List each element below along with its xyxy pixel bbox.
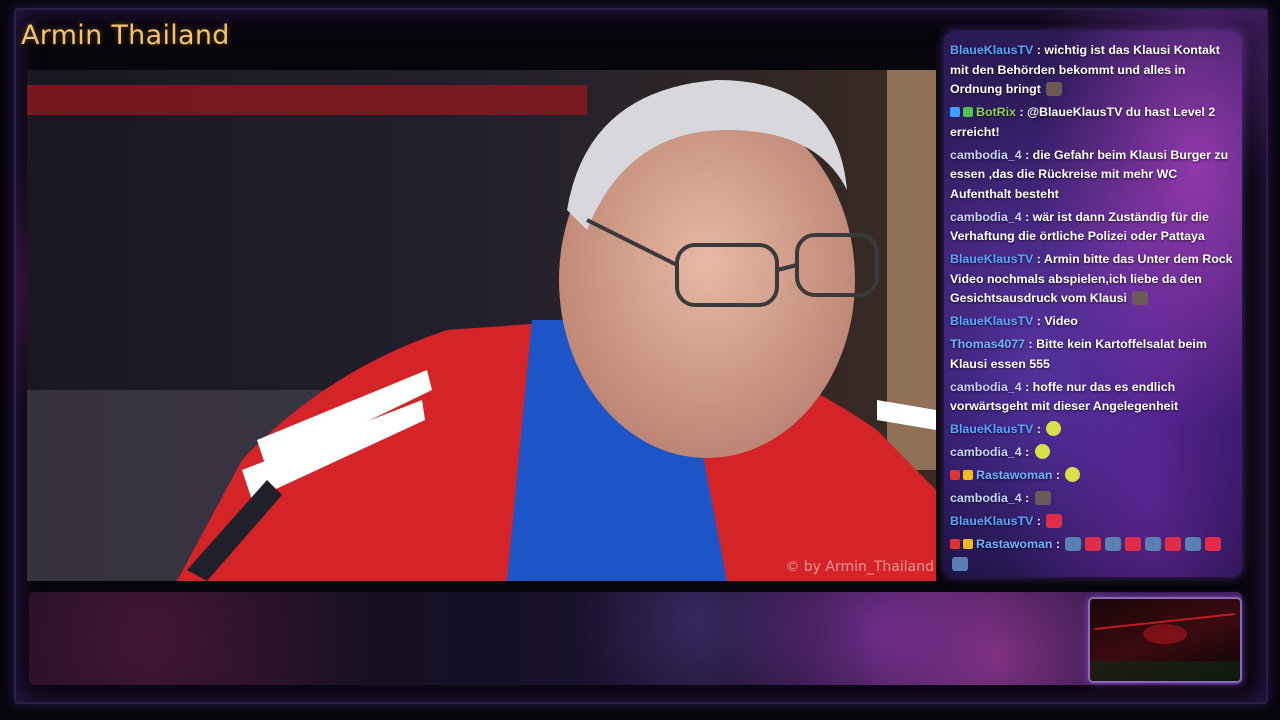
bot-badge-icon bbox=[950, 107, 960, 117]
channel-title: Armin Thailand bbox=[21, 20, 230, 51]
chat-username[interactable]: Rastawoman bbox=[976, 468, 1052, 482]
cat-emote-icon bbox=[1105, 537, 1122, 551]
chat-message: BlaueKlausTV : Armin bitte das Unter dem… bbox=[950, 250, 1238, 309]
webcam-preview bbox=[1088, 597, 1242, 683]
chat-username[interactable]: BlaueKlausTV bbox=[950, 514, 1033, 528]
chat-username[interactable]: Rastawoman bbox=[976, 537, 1052, 551]
klausi-emote-icon bbox=[1046, 82, 1063, 96]
chat-separator: : bbox=[1021, 379, 1033, 394]
chat-username[interactable]: cambodia_4 bbox=[950, 210, 1022, 224]
chat-text: Video bbox=[1044, 314, 1078, 328]
chat-message: Thomas4077 : Bitte kein Kartoffelsalat b… bbox=[950, 335, 1238, 374]
chat-username[interactable]: cambodia_4 bbox=[950, 380, 1022, 394]
chat-separator: : bbox=[1052, 537, 1064, 551]
bottom-banner bbox=[29, 592, 1242, 685]
chat-username[interactable]: BotRix bbox=[976, 105, 1016, 119]
red-emote-icon bbox=[1165, 537, 1182, 551]
chat-separator: : bbox=[1015, 105, 1027, 119]
chat-message: Rastawoman : bbox=[950, 535, 1238, 574]
cat-emote-icon bbox=[1065, 537, 1082, 551]
chat-separator: : bbox=[1021, 209, 1033, 224]
chat-username[interactable]: Thomas4077 bbox=[950, 337, 1025, 351]
chat-panel[interactable]: BlaueKlausTV : wichtig ist das Klausi Ko… bbox=[944, 31, 1242, 577]
chat-message: cambodia_4 : die Gefahr beim Klausi Burg… bbox=[950, 146, 1238, 205]
chat-message: BlaueKlausTV : bbox=[950, 512, 1238, 532]
chat-separator: : bbox=[1021, 491, 1033, 505]
chat-username[interactable]: BlaueKlausTV bbox=[950, 422, 1033, 436]
chat-separator: : bbox=[1025, 337, 1037, 351]
red-emote-icon bbox=[1085, 537, 1102, 551]
video-player[interactable]: © by Armin_Thailand bbox=[27, 70, 936, 581]
chat-separator: : bbox=[1033, 252, 1044, 266]
chat-message: cambodia_4 : bbox=[950, 489, 1238, 509]
chat-username[interactable]: BlaueKlausTV bbox=[950, 314, 1033, 328]
chat-username[interactable]: BlaueKlausTV bbox=[950, 252, 1033, 266]
chat-message: BlaueKlausTV : bbox=[950, 420, 1238, 440]
chat-username[interactable]: BlaueKlausTV bbox=[950, 43, 1033, 57]
chat-message: BotRix : @BlaueKlausTV du hast Level 2 e… bbox=[950, 103, 1238, 142]
smile-emote-icon bbox=[1046, 421, 1062, 436]
verified-badge-icon bbox=[963, 107, 973, 117]
red-emote-icon bbox=[1125, 537, 1142, 551]
cat-emote-icon bbox=[1185, 537, 1202, 551]
flag-badge-icon bbox=[950, 470, 960, 480]
chat-separator: : bbox=[1021, 445, 1033, 459]
chat-message: Rastawoman : bbox=[950, 466, 1238, 486]
chat-separator: : bbox=[1033, 43, 1045, 57]
smile-emote-icon bbox=[1065, 467, 1081, 482]
webcam-image bbox=[1090, 613, 1240, 681]
klausi-emote-icon bbox=[1132, 291, 1149, 305]
red-emote-icon bbox=[1205, 537, 1222, 551]
red-emote-icon bbox=[1046, 514, 1063, 528]
chat-username[interactable]: cambodia_4 bbox=[950, 445, 1022, 459]
sub-badge-icon bbox=[963, 539, 973, 549]
video-watermark: © by Armin_Thailand bbox=[785, 559, 934, 575]
sub-badge-icon bbox=[963, 470, 973, 480]
chat-message: cambodia_4 : wär ist dann Zuständig für … bbox=[950, 208, 1238, 247]
chat-separator: : bbox=[1052, 468, 1064, 482]
chat-username[interactable]: cambodia_4 bbox=[950, 491, 1022, 505]
klausi-emote-icon bbox=[1034, 491, 1051, 505]
flag-badge-icon bbox=[950, 539, 960, 549]
chat-message: BlaueKlausTV : Video bbox=[950, 312, 1238, 332]
chat-separator: : bbox=[1033, 314, 1045, 328]
chat-separator: : bbox=[1021, 147, 1033, 162]
cat-emote-icon bbox=[952, 556, 968, 571]
chat-separator: : bbox=[1033, 422, 1045, 436]
video-frame-image bbox=[27, 70, 936, 581]
cat-emote-icon bbox=[1145, 537, 1162, 551]
chat-separator: : bbox=[1033, 514, 1045, 528]
chat-message: cambodia_4 : bbox=[950, 443, 1238, 463]
chat-message: cambodia_4 : hoffe nur das es endlich vo… bbox=[950, 378, 1238, 417]
chat-messages: BlaueKlausTV : wichtig ist das Klausi Ko… bbox=[950, 41, 1238, 577]
chat-message: BlaueKlausTV : wichtig ist das Klausi Ko… bbox=[950, 41, 1238, 100]
smile-emote-icon bbox=[1034, 444, 1050, 459]
chat-username[interactable]: cambodia_4 bbox=[950, 148, 1022, 162]
